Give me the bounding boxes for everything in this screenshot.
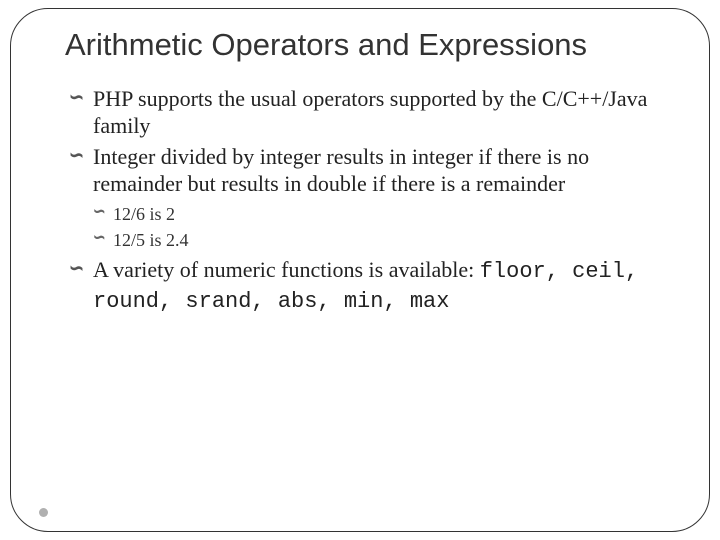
bullet-item: A variety of numeric functions is availa… xyxy=(71,256,661,315)
bullet-text: PHP supports the usual operators support… xyxy=(93,86,647,139)
bullet-item: Integer divided by integer results in in… xyxy=(71,143,661,253)
footer-dot-icon xyxy=(39,508,48,517)
bullet-text: Integer divided by integer results in in… xyxy=(93,144,589,197)
sub-bullet-list: 12/6 is 2 12/5 is 2.4 xyxy=(93,202,661,253)
bullet-item: PHP supports the usual operators support… xyxy=(71,85,661,140)
slide-frame: Arithmetic Operators and Expressions PHP… xyxy=(10,8,710,532)
slide-title: Arithmetic Operators and Expressions xyxy=(65,27,661,63)
bullet-list: PHP supports the usual operators support… xyxy=(71,85,661,316)
bullet-text-prefix: A variety of numeric functions is availa… xyxy=(93,257,480,282)
sub-bullet-item: 12/5 is 2.4 xyxy=(93,228,661,252)
sub-bullet-item: 12/6 is 2 xyxy=(93,202,661,226)
